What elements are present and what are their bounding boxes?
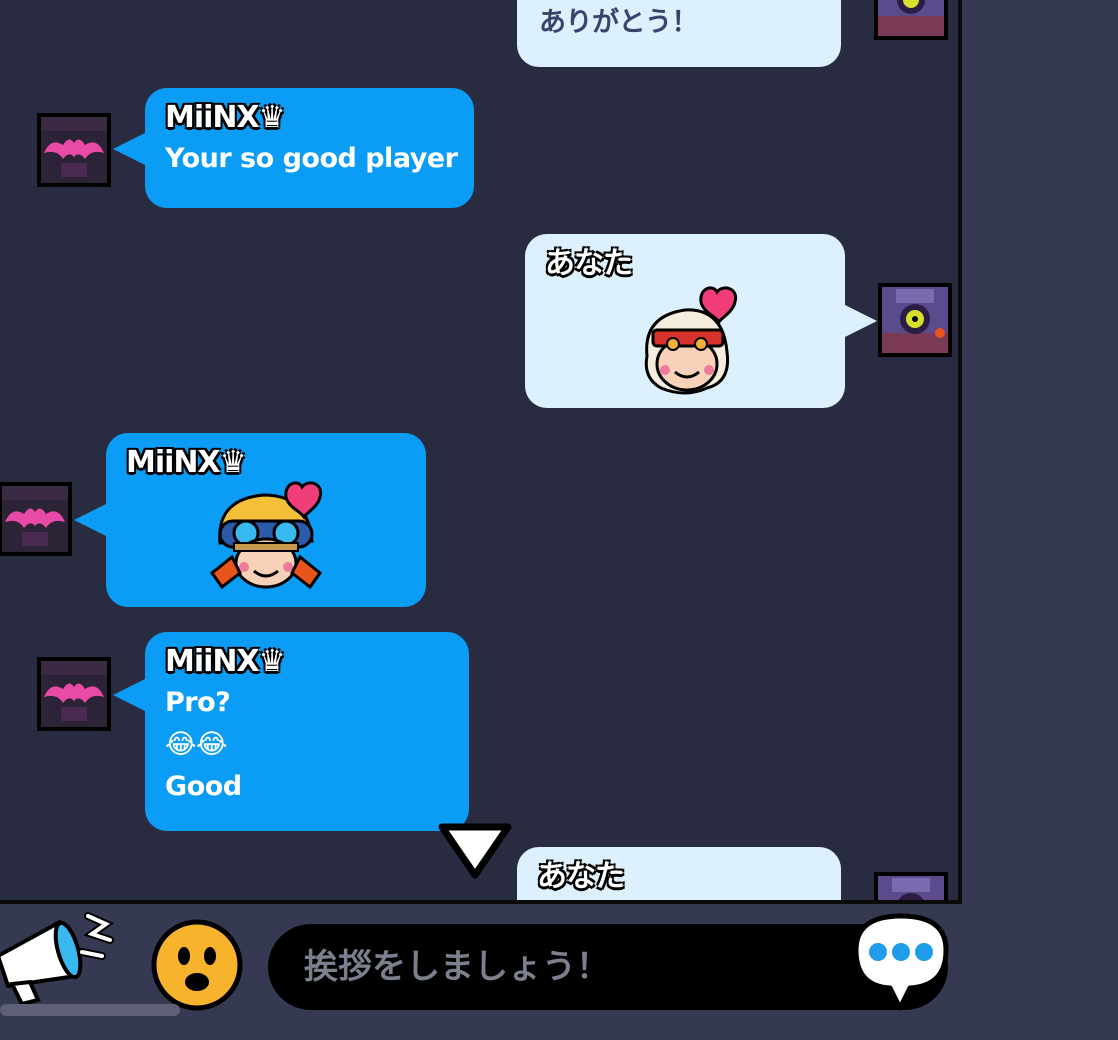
own-avatar-icon[interactable] — [878, 283, 952, 357]
smiley-emote-icon[interactable] — [150, 918, 244, 1012]
message-line: Good — [165, 771, 242, 802]
chat-input-bar: 挨拶をしましょう！ — [0, 904, 1118, 1040]
own-avatar-icon[interactable] — [874, 872, 948, 900]
sender-avatar-icon[interactable] — [0, 482, 72, 556]
own-message-bubble: ありがとう！ — [517, 0, 841, 67]
sender-name: あなた — [537, 859, 625, 894]
message-bubble: MiiNX♛ Your so good player — [113, 88, 474, 208]
heart-girl-pin-icon — [644, 286, 738, 395]
message-line: Pro? — [165, 687, 231, 718]
sender-name: MiiNX♛ — [126, 445, 247, 480]
message-text: ありがとう！ — [539, 7, 699, 38]
sender-name: MiiNX♛ — [165, 100, 286, 135]
message-bubble: MiiNX♛ — [74, 433, 426, 607]
megaphone-icon[interactable] — [0, 912, 114, 1004]
goggles-girl-heart-pin-icon — [209, 481, 323, 590]
sender-avatar-icon[interactable] — [37, 113, 111, 187]
chat-bubble-dots-icon[interactable] — [850, 908, 952, 1016]
sender-name: MiiNX♛ — [165, 644, 286, 679]
message-line: 😂😂 — [165, 729, 228, 760]
sender-name: あなた — [545, 246, 633, 281]
own-avatar-icon[interactable] — [874, 0, 948, 40]
chat-input-field[interactable]: 挨拶をしましょう！ — [268, 924, 948, 1010]
message-text: Your so good player — [165, 143, 458, 174]
message-bubble: MiiNX♛ Pro? 😂😂 Good — [113, 632, 469, 831]
chat-message-list[interactable]: ありがとう！ MiiNX♛ Your so good player あなた Mi… — [0, 0, 962, 904]
own-message-bubble: あなた — [525, 234, 877, 408]
scrollbar[interactable] — [0, 1004, 180, 1016]
sender-avatar-icon[interactable] — [37, 657, 111, 731]
own-message-bubble: あなた — [517, 847, 841, 900]
down-arrow-icon[interactable] — [438, 823, 512, 879]
